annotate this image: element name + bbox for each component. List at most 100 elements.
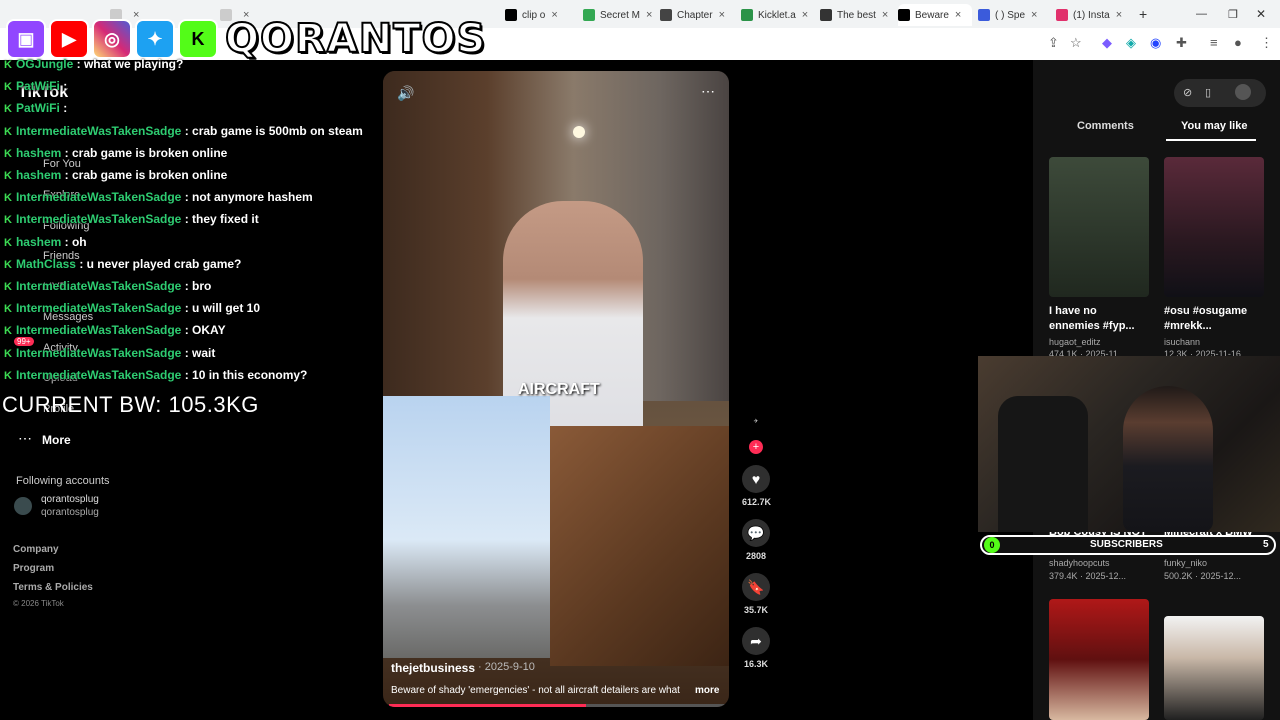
tab-label: Secret M (600, 9, 641, 21)
chat-username: PatWiFi (15, 79, 64, 94)
copyright: © 2026 TikTok (13, 599, 64, 608)
following-handle: qorantosplug (41, 507, 99, 518)
media-control-icon[interactable]: ≡ (1210, 35, 1218, 50)
chat-text: : they fixed it (184, 212, 259, 227)
avatar[interactable] (14, 497, 32, 515)
tab-close-icon[interactable]: × (646, 9, 652, 21)
footer-company[interactable]: Company (13, 544, 59, 555)
chat-text: : bro (184, 279, 212, 293)
browser-tab[interactable]: (1) Insta × (1056, 4, 1126, 26)
tab-close-icon[interactable]: × (802, 9, 808, 21)
more-options-icon[interactable]: ⋯ (701, 83, 715, 100)
close-window-icon[interactable]: ✕ (1256, 7, 1266, 21)
tab-close-icon[interactable]: × (719, 9, 725, 21)
menu-dots-icon[interactable]: ⋮ (1260, 35, 1273, 51)
recommended-thumbnail[interactable] (1049, 157, 1149, 297)
chat-username: IntermediateWasTakenSadge (15, 301, 185, 316)
chat-text: : OKAY (184, 323, 226, 338)
tab-label: (1) Insta (1073, 9, 1110, 21)
video-caption: Beware of shady 'emergencies' - not all … (391, 685, 680, 696)
tab-close-icon[interactable]: × (955, 9, 961, 21)
browser-tab[interactable]: ( ) Spe × (978, 4, 1048, 26)
tab-you-may-like[interactable]: You may like (1181, 120, 1247, 132)
phone-icon[interactable]: ▯ (1205, 86, 1211, 99)
video-inset-plane (383, 396, 550, 658)
save-button[interactable]: 🔖 35.7K (742, 573, 770, 615)
kick-badge-icon: K (4, 214, 12, 227)
recommended-thumbnail[interactable] (1049, 599, 1149, 720)
tab-close-icon[interactable]: × (551, 9, 557, 21)
following-name[interactable]: qorantosplug (41, 494, 99, 505)
kick-badge-icon: K (4, 369, 12, 382)
like-button[interactable]: ♥ 612.7K (742, 465, 771, 507)
recommended-author[interactable]: shadyhoopcuts (1049, 558, 1110, 568)
new-tab-icon[interactable]: + (1139, 6, 1147, 22)
recommended-stats: 500.2K · 2025-12... (1164, 571, 1242, 581)
bookmark-star-icon[interactable]: ☆ (1070, 35, 1082, 51)
chat-message: K IntermediateWasTakenSadge : u will get … (4, 301, 260, 315)
recommended-author[interactable]: funky_niko (1164, 558, 1207, 568)
recommended-thumbnail[interactable] (1164, 157, 1264, 297)
extension-icon[interactable]: ◆ (1102, 35, 1112, 51)
recommended-title[interactable]: I have no ennemies #fyp... (1049, 304, 1149, 334)
chat-text: : not anymore hashem (184, 190, 313, 205)
browser-tab[interactable]: Chapter × (660, 4, 730, 26)
tab-close-icon[interactable]: × (1031, 9, 1037, 21)
chat-message: K PatWiFi : (4, 101, 67, 115)
recommended-title[interactable]: #osu #osugame #mrekk... (1164, 304, 1264, 334)
kick-badge-icon: K (4, 125, 12, 138)
recommended-thumbnail[interactable] (1164, 616, 1264, 720)
kick-badge-icon: K (4, 281, 12, 293)
footer-program[interactable]: Program (13, 563, 54, 574)
install-icon[interactable]: ⇪ (1048, 35, 1059, 51)
chat-message: K OGJungle : what we playing? (4, 57, 183, 71)
browser-tab[interactable]: Kicklet.a × (741, 4, 811, 26)
chat-username: PatWiFi (15, 101, 64, 116)
comment-button[interactable]: 💬 2808 (742, 519, 770, 561)
following-header: Following accounts (16, 475, 110, 487)
comment-icon: 💬 (742, 519, 770, 547)
video-player[interactable]: AIRCRAFT 🔊 ⋯ thejetbusiness · 2025-9-10 … (383, 71, 729, 707)
chat-message: Khashem : crab game is broken online (4, 146, 227, 160)
chat-username: IntermediateWasTakenSadge (15, 367, 185, 382)
share-button[interactable]: ➦ 16.3K (742, 627, 770, 669)
globe-icon (583, 9, 595, 21)
extensions-puzzle-icon[interactable]: ✚ (1176, 35, 1187, 51)
chat-username: MathClass (15, 256, 80, 271)
browser-tab[interactable]: Beware × (898, 4, 972, 26)
recommended-stats: 379.4K · 2025-12... (1049, 571, 1127, 581)
profile-avatar-icon[interactable]: ● (1234, 35, 1242, 50)
browser-tab[interactable]: The best × (820, 4, 890, 26)
tab-label: Beware (915, 9, 949, 21)
volume-icon[interactable]: 🔊 (397, 85, 414, 102)
chat-text: : u never played crab game? (79, 256, 242, 271)
caption-more-button[interactable]: more (695, 685, 719, 696)
kick-badge-icon: K (4, 81, 12, 94)
tab-label: The best (837, 9, 876, 21)
user-avatar-icon[interactable] (1235, 84, 1251, 100)
recommended-author[interactable]: hugaot_editz (1049, 337, 1101, 347)
browser-tab[interactable]: Secret M × (583, 4, 653, 26)
browser-tab[interactable]: clip o × (505, 4, 575, 26)
sidebar-item-more[interactable]: More (42, 433, 71, 447)
video-author[interactable]: thejetbusiness (391, 661, 475, 675)
share-icon: ➦ (742, 627, 770, 655)
video-progress-bar[interactable] (389, 704, 729, 707)
footer-terms[interactable]: Terms & Policies (13, 582, 93, 593)
tab-close-icon[interactable]: × (1116, 9, 1122, 21)
chat-message: K IntermediateWasTakenSadge : bro (4, 279, 211, 293)
minimize-icon[interactable]: — (1196, 8, 1207, 20)
recommended-author[interactable]: isuchann (1164, 337, 1200, 347)
tab-label: Chapter (677, 9, 713, 21)
follow-plus-icon[interactable]: + (749, 440, 763, 454)
tab-comments[interactable]: Comments (1077, 120, 1134, 132)
creator-avatar[interactable]: ✈ + (742, 418, 770, 454)
restore-icon[interactable]: ❐ (1228, 8, 1238, 21)
chat-text: : what we playing? (76, 57, 184, 71)
tab-close-icon[interactable]: × (882, 9, 888, 21)
extension-icon[interactable]: ◉ (1150, 35, 1161, 51)
bookmark-icon: 🔖 (742, 573, 770, 601)
compass-icon[interactable]: ⊘ (1183, 86, 1192, 99)
video-desk (550, 426, 729, 666)
extension-icon[interactable]: ◈ (1126, 35, 1136, 51)
